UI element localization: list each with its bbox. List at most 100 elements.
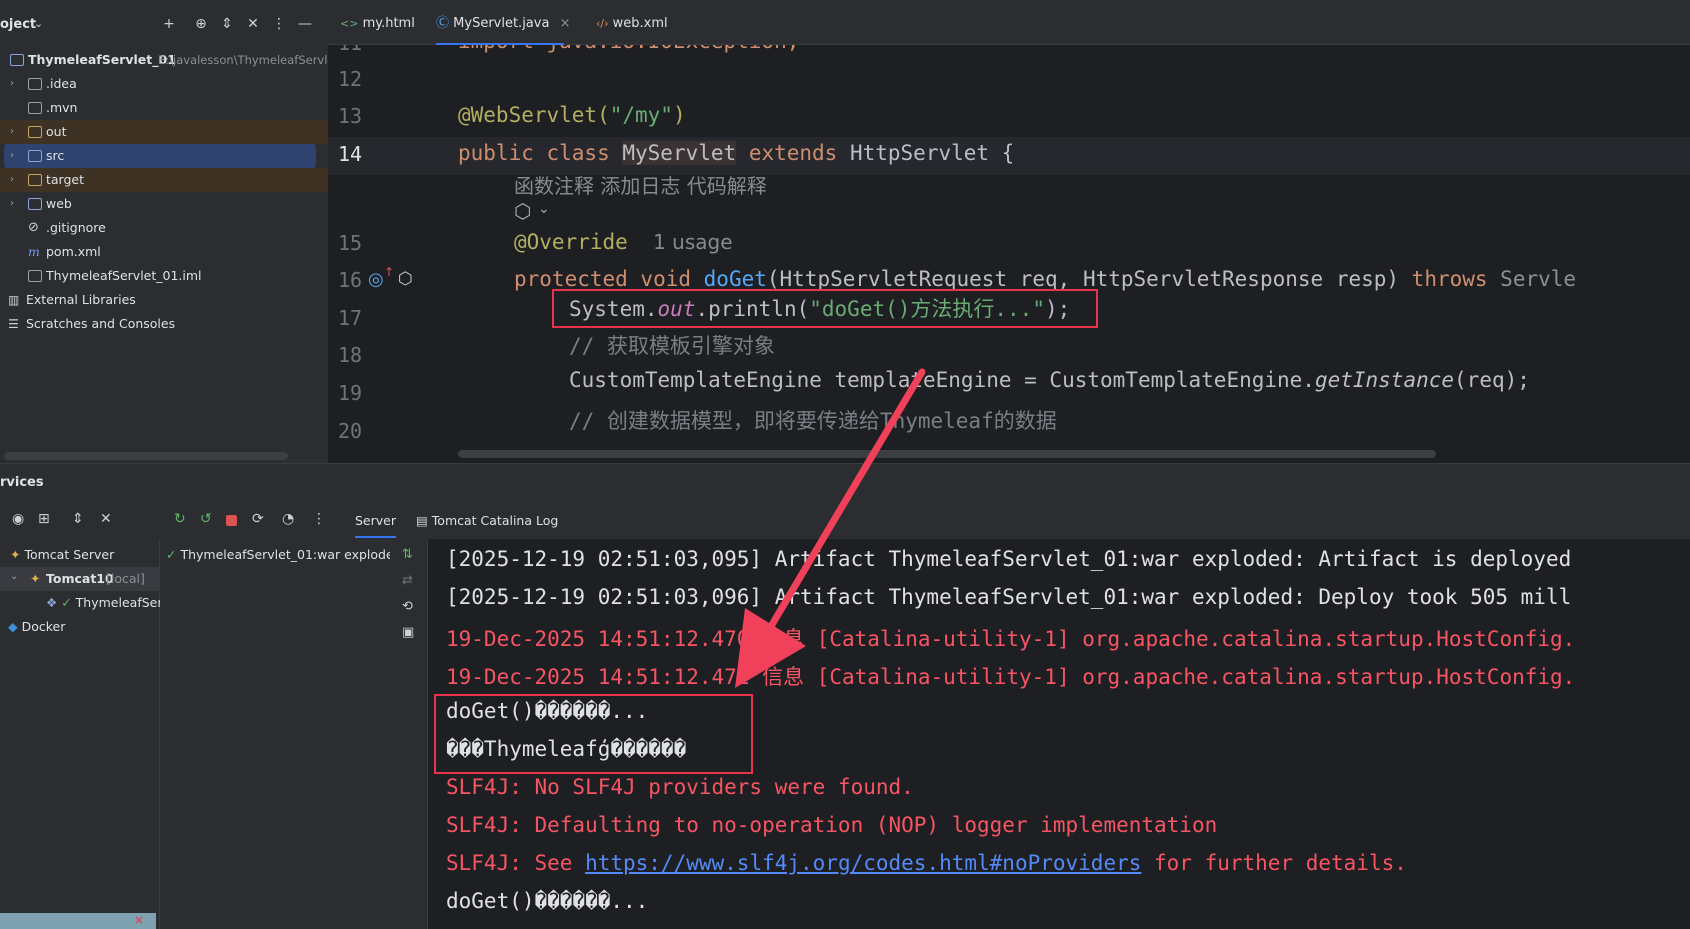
profiler-icon[interactable]: ◔ [282, 511, 294, 527]
deployment-label: ThymeleafServlet_01:war exploded [180, 547, 402, 562]
tree-item-src[interactable]: › src [0, 144, 328, 168]
code-text: System. [569, 297, 658, 321]
tree-item-idea[interactable]: › .idea [0, 72, 328, 96]
editor-scrollbar[interactable] [458, 450, 1436, 458]
close-icon[interactable]: × [134, 913, 144, 927]
tab-catalina-log[interactable]: ▤ Tomcat Catalina Log [416, 513, 558, 528]
editor-tab-bar: <> my.html Ⓒ MyServlet.java × ‹/› web.xm… [328, 3, 1690, 45]
undeploy-icon[interactable]: ⇄ [402, 573, 413, 588]
project-scrollbar[interactable] [4, 452, 288, 460]
expand-all-icon[interactable]: ⇕ [218, 15, 236, 33]
tomcat-icon: ✦ [10, 547, 21, 562]
code-line-17: System.out.println("doGet()方法执行..."); [569, 293, 1070, 323]
line-number: 11 [338, 45, 388, 55]
tab-myservlet-java[interactable]: Ⓒ MyServlet.java × [436, 3, 570, 45]
chevron-right-icon[interactable]: › [10, 72, 22, 96]
code-text: doGet [703, 267, 767, 291]
console-output[interactable]: [2025-12-19 02:51:03,095] Artifact Thyme… [428, 539, 1690, 929]
update-icon[interactable]: ⟳ [252, 511, 264, 527]
chevron-right-icon[interactable]: › [10, 120, 22, 144]
chevron-right-icon[interactable]: › [10, 192, 22, 216]
debug-rerun-icon[interactable]: ↺ [200, 511, 212, 527]
code-text: "/my" [609, 103, 673, 127]
tree-row-root[interactable]: ThymeleafServlet_01 E:\javalesson\Thymel… [0, 48, 328, 72]
tree-label: target [46, 172, 85, 187]
eye-icon[interactable]: ◉ [12, 511, 24, 527]
project-title[interactable]: oject [0, 17, 36, 32]
code-line-20: // 创建数据模型，即将要传递给Thymeleaf的数据 [569, 409, 1057, 433]
console-text: for further details. [1141, 851, 1407, 875]
services-tree: ✦ Tomcat Server ⌄ ✦ Tomcat10 [local] ❖ ✓… [0, 539, 162, 929]
code-text: Servle [1487, 267, 1577, 291]
folder-icon [28, 102, 42, 114]
chevron-right-icon[interactable]: › [10, 144, 22, 168]
check-icon: ✓ [166, 547, 177, 562]
refresh-icon[interactable]: ⟲ [402, 599, 413, 614]
tree-item-iml[interactable]: ThymeleafServlet_01.iml [0, 264, 328, 288]
chevron-down-icon[interactable]: ⌄ [34, 17, 43, 30]
project-panel-header: oject ⌄ + ⊕ ⇕ ✕ ⋮ — [0, 3, 328, 47]
code-text: extends [736, 141, 850, 165]
html-icon: <> [340, 17, 359, 30]
line-number: 18 [338, 343, 363, 367]
artifact-icon: ❖ [46, 595, 58, 610]
tree-label: ThymeleafSer [75, 595, 163, 610]
more-icon[interactable]: ⋮ [312, 511, 326, 527]
usage-hint[interactable]: 1 usage [653, 230, 732, 254]
code-line-18: // 获取模板引擎对象 [569, 334, 775, 358]
tree-item-out[interactable]: › out [0, 120, 328, 144]
tree-label: Docker [21, 619, 66, 634]
expand-all-icon[interactable]: ⇕ [72, 511, 84, 527]
tab-server[interactable]: Server [355, 513, 396, 538]
ai-assistant-icon[interactable]: ⬡ [514, 199, 531, 223]
deployment-item[interactable]: ✓ ThymeleafServlet_01:war exploded [166, 547, 402, 562]
override-gutter-icon[interactable]: ◎ [368, 269, 384, 290]
tree-docker[interactable]: ◆ Docker [8, 619, 65, 634]
tree-tomcat10[interactable]: ⌄ ✦ Tomcat10 [local] [0, 567, 159, 591]
open-browser-icon[interactable]: ▣ [402, 625, 414, 640]
code-text: (HttpServletRequest req, HttpServletResp… [766, 267, 1412, 291]
tree-scratches[interactable]: ☰ Scratches and Consoles [0, 312, 328, 336]
tree-external-libraries[interactable]: ▥ External Libraries [0, 288, 328, 312]
console-link[interactable]: https://www.slf4j.org/codes.html#noProvi… [585, 851, 1141, 875]
library-icon: ▥ [8, 293, 20, 307]
tree-deployment[interactable]: ❖ ✓ ThymeleafSer [46, 595, 162, 610]
chevron-down-icon[interactable]: ⌄ [10, 571, 18, 582]
tree-item-pom[interactable]: m pom.xml [0, 240, 328, 264]
add-service-icon[interactable]: ⊞ [38, 511, 50, 527]
tab-web-xml[interactable]: ‹/› web.xml [596, 3, 668, 45]
code-line-14: public class MyServlet extends HttpServl… [458, 141, 1014, 165]
notification-strip[interactable]: × [0, 913, 156, 929]
code-text: protected void [514, 267, 704, 291]
more-icon[interactable]: ⋮ [270, 15, 288, 33]
code-text: throws [1411, 267, 1488, 291]
stop-icon[interactable] [226, 515, 237, 526]
tree-label: src [46, 148, 65, 163]
tree-tomcat-server[interactable]: ✦ Tomcat Server [10, 547, 114, 562]
log-icon: ▤ [416, 513, 428, 528]
minimize-icon[interactable]: — [296, 15, 314, 33]
deploy-icon[interactable]: ⇅ [402, 547, 413, 562]
collapse-all-icon[interactable]: ✕ [100, 511, 112, 527]
tomcat-running-icon: ✦ [30, 571, 41, 586]
tree-item-web[interactable]: › web [0, 192, 328, 216]
close-icon[interactable]: × [560, 16, 571, 31]
chevron-down-icon[interactable]: ⌄ [538, 201, 550, 217]
ai-hints[interactable]: 函数注释 添加日志 代码解释 [514, 170, 767, 199]
tree-item-mvn[interactable]: .mvn [0, 96, 328, 120]
collapse-all-icon[interactable]: ✕ [244, 15, 262, 33]
locate-icon[interactable]: ⊕ [192, 15, 210, 33]
ai-gutter-icon[interactable]: ⬡ [398, 269, 413, 289]
tree-item-target[interactable]: › target [0, 168, 328, 192]
rerun-icon[interactable]: ↻ [174, 511, 186, 527]
tree-label: Tomcat Server [24, 547, 115, 562]
line-number: 13 [338, 104, 363, 128]
tab-my-html[interactable]: <> my.html [340, 3, 415, 45]
tree-item-gitignore[interactable]: ⊘ .gitignore [0, 216, 328, 240]
chevron-right-icon[interactable]: › [10, 168, 22, 192]
console-line: doGet()������... [446, 889, 649, 913]
console-line: 19-Dec-2025 14:51:12.470 信息 [Catalina-ut… [446, 627, 1576, 651]
code-editor[interactable]: 11 12 13 14 15 16 17 18 19 20 ◎ ↑ ⬡ impo… [328, 45, 1690, 463]
code-text: "doGet()方法执行..." [809, 297, 1045, 321]
add-icon[interactable]: + [160, 15, 178, 33]
